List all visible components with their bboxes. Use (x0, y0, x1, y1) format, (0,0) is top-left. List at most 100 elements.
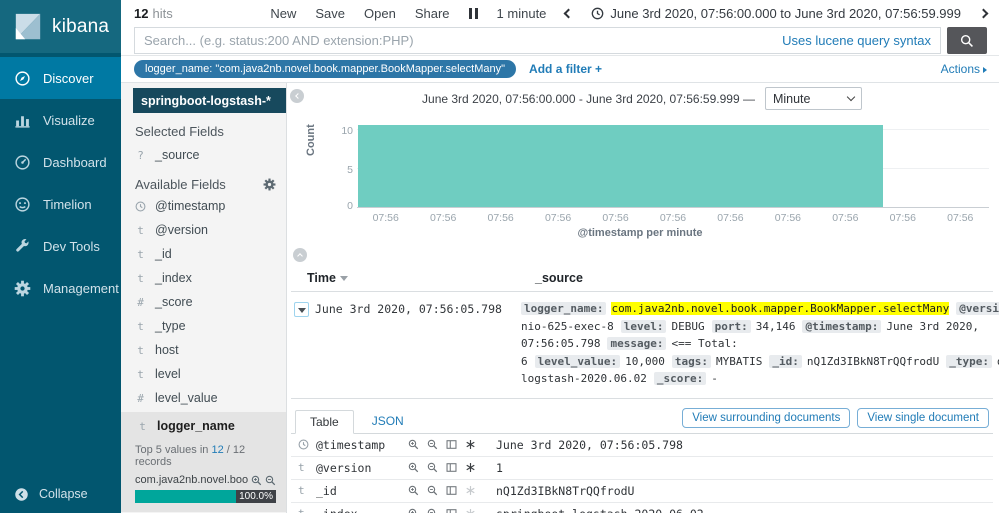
source-field-value: nQ1Zd3IBkN8TrQQfrodU (806, 354, 940, 368)
source-field-name: @timestamp: (802, 319, 882, 333)
field-item-score[interactable]: # _score (133, 290, 286, 314)
filter-pill-logger-name[interactable]: logger_name: "com.java2nb.novel.book.map… (134, 60, 517, 78)
view-single-document-button[interactable]: View single document (857, 407, 989, 428)
time-back-icon[interactable] (563, 8, 574, 19)
field-settings-gear-icon[interactable] (263, 178, 276, 191)
add-filter-button[interactable]: Add a filter + (529, 62, 602, 76)
filter-exists-icon[interactable] (465, 485, 476, 496)
interval-select[interactable]: Minute (764, 87, 862, 110)
open-button[interactable]: Open (364, 6, 396, 21)
field-name: host (155, 343, 179, 357)
toggle-column-icon[interactable] (446, 485, 457, 496)
new-button[interactable]: New (270, 6, 296, 21)
sidebar-item-visualize[interactable]: Visualize (0, 99, 121, 141)
toggle-column-icon[interactable] (446, 439, 457, 450)
sidebar-item-dev-tools[interactable]: Dev Tools (0, 225, 121, 267)
main-column: 12 hits New Save Open Share 1 minute June… (121, 0, 999, 513)
document-row: June 3rd 2020, 07:56:05.798 logger_name:… (291, 292, 999, 399)
filter-out-icon[interactable] (427, 508, 438, 513)
filter-exists-icon[interactable] (465, 462, 476, 473)
sidebar-item-timelion[interactable]: Timelion (0, 183, 121, 225)
field-item-index[interactable]: t _index (133, 266, 286, 290)
x-tick: 07:56 (602, 212, 629, 224)
filter-out-icon[interactable] (427, 485, 438, 496)
field-type-badge: # (137, 391, 144, 405)
time-range-text: June 3rd 2020, 07:56:00.000 to June 3rd … (610, 6, 961, 21)
source-field-name: level: (620, 319, 667, 333)
sidebar-item-management[interactable]: Management (0, 267, 121, 309)
doc-field-row-version: t @version 1 (291, 457, 993, 480)
doc-field-name: _id (316, 483, 337, 498)
y-tick: 0 (347, 200, 353, 212)
save-button[interactable]: Save (315, 6, 345, 21)
filter-bar: logger_name: "com.java2nb.novel.book.map… (121, 55, 999, 83)
sidebar-item-label: Visualize (43, 112, 95, 128)
share-button[interactable]: Share (415, 6, 450, 21)
x-axis-ticks: 07:56 07:56 07:56 07:56 07:56 07:56 07:5… (357, 208, 989, 224)
x-tick: 07:56 (889, 212, 916, 224)
field-item-host[interactable]: t host (133, 338, 286, 362)
filter-out-icon[interactable] (427, 439, 438, 450)
filter-out-icon[interactable] (427, 462, 438, 473)
filter-for-icon[interactable] (408, 485, 419, 496)
sidebar-item-label: Management (43, 280, 119, 296)
value-percent-label: 100.0% (236, 490, 276, 503)
view-surrounding-documents-button[interactable]: View surrounding documents (682, 407, 851, 428)
doc-field-type: t (298, 507, 316, 513)
filter-for-icon[interactable] (408, 508, 419, 513)
doc-field-value: springboot-logstash-2020.06.02 (496, 507, 704, 513)
search-bar-row: Search... (e.g. status:200 AND extension… (121, 27, 999, 54)
time-forward-icon[interactable] (978, 8, 989, 19)
filter-actions-button[interactable]: Actions (941, 62, 987, 76)
filter-for-icon[interactable] (408, 462, 419, 473)
search-button[interactable] (947, 27, 987, 54)
discover-main: June 3rd 2020, 07:56:00.000 - June 3rd 2… (287, 83, 999, 513)
sidebar-item-dashboard[interactable]: Dashboard (0, 141, 121, 183)
field-type-badge: t (137, 247, 144, 261)
field-item-level[interactable]: t level (133, 362, 286, 386)
filter-for-value-icon[interactable] (251, 475, 262, 486)
source-field-name: logger_name: (521, 302, 607, 315)
filter-out-value-icon[interactable] (265, 475, 276, 486)
kibana-logo[interactable]: kibana (0, 0, 121, 53)
lucene-syntax-link[interactable]: Uses lucene query syntax (782, 33, 931, 48)
field-item-logger-name[interactable]: t logger_name (135, 414, 276, 438)
filter-exists-icon[interactable] (465, 439, 476, 450)
collapse-nav-button[interactable]: Collapse (0, 475, 121, 513)
histogram-bar[interactable] (358, 124, 883, 207)
collapse-fields-panel-icon[interactable] (290, 89, 304, 103)
records-count-link[interactable]: 12 (211, 444, 223, 456)
field-item-version[interactable]: t @version (133, 218, 286, 242)
filter-exists-icon[interactable] (465, 508, 476, 513)
time-column-header[interactable]: Time (307, 271, 535, 285)
collapse-histogram-icon[interactable] (293, 248, 307, 262)
toggle-column-icon[interactable] (446, 462, 457, 473)
pause-refresh-icon[interactable] (468, 8, 478, 19)
field-item-id[interactable]: t _id (133, 242, 286, 266)
y-tick: 5 (347, 163, 353, 176)
field-item-source[interactable]: ? _source (133, 143, 286, 167)
index-pattern-selector[interactable]: springboot-logstash-* (133, 88, 286, 113)
field-item-level-value[interactable]: # level_value (133, 386, 286, 410)
collapse-document-toggle[interactable] (294, 302, 309, 317)
value-percent-bar[interactable]: 100.0% (135, 490, 276, 503)
doc-field-name: @version (316, 460, 372, 475)
search-input[interactable]: Search... (e.g. status:200 AND extension… (134, 27, 941, 54)
sidebar-item-discover[interactable]: Discover (0, 57, 121, 99)
field-item-type[interactable]: t _type (133, 314, 286, 338)
toggle-column-icon[interactable] (446, 508, 457, 513)
tab-table[interactable]: Table (295, 409, 354, 434)
top-values-prefix: Top 5 values in (135, 444, 209, 456)
time-column-label: Time (307, 271, 336, 285)
tab-json[interactable]: JSON (364, 410, 412, 432)
fields-panel: springboot-logstash-* Selected Fields ? … (121, 83, 287, 513)
filter-for-icon[interactable] (408, 439, 419, 450)
y-tick: 10 (341, 124, 353, 137)
clock-icon (592, 7, 604, 20)
source-field-name: _type: (946, 354, 993, 368)
refresh-interval-label[interactable]: 1 minute (497, 6, 547, 21)
kibana-logo-icon (13, 11, 43, 42)
time-range-picker[interactable]: June 3rd 2020, 07:56:00.000 to June 3rd … (591, 6, 961, 21)
field-item-timestamp[interactable]: @timestamp (133, 194, 286, 218)
source-field-name: @version: (956, 302, 999, 315)
